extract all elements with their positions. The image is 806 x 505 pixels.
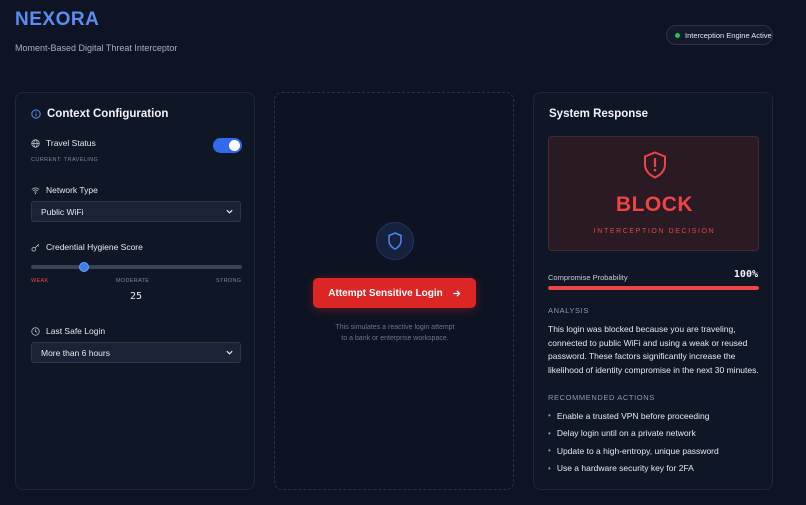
attempt-login-label: Attempt Sensitive Login xyxy=(328,287,443,299)
travel-status-sub: CURRENT: TRAVELING xyxy=(31,157,99,163)
toggle-knob xyxy=(229,140,240,151)
action-text: Enable a trusted VPN before proceeding xyxy=(556,410,710,421)
action-item: • Enable a trusted VPN before proceeding xyxy=(548,407,763,425)
last-safe-login-value: More than 6 hours xyxy=(41,347,110,358)
analysis-heading: ANALYSIS xyxy=(548,306,589,315)
hygiene-score-slider[interactable] xyxy=(31,262,242,272)
bullet-icon: • xyxy=(548,463,551,473)
system-response-panel: System Response BLOCK INTERCEPTION DECIS… xyxy=(533,92,773,490)
tagline: Moment-Based Digital Threat Interceptor xyxy=(15,43,178,53)
bullet-icon: • xyxy=(548,411,551,421)
action-item: • Update to a high-entropy, unique passwo… xyxy=(548,442,763,460)
context-panel-title: Context Configuration xyxy=(31,108,168,120)
app-root: NEXORA Moment-Based Digital Threat Inter… xyxy=(0,0,806,505)
hygiene-score-text: Credential Hygiene Score xyxy=(46,242,143,252)
shield-alert-icon xyxy=(644,151,666,179)
shield-icon xyxy=(388,232,402,250)
decision-text: BLOCK xyxy=(615,193,694,216)
travel-status-toggle[interactable] xyxy=(213,138,242,153)
travel-status-label: Travel Status xyxy=(31,138,96,148)
network-type-text: Network Type xyxy=(46,185,98,195)
attempt-login-button[interactable]: Attempt Sensitive Login xyxy=(313,278,476,308)
clock-icon xyxy=(31,326,40,336)
brand-logo: NEXORA xyxy=(15,9,100,30)
recommended-actions-heading: RECOMMENDED ACTIONS xyxy=(548,393,655,402)
globe-icon xyxy=(31,138,40,148)
chevron-down-icon xyxy=(226,209,233,214)
context-configuration-panel: Context Configuration Travel Status CURR… xyxy=(15,92,255,490)
recommended-actions-list: • Enable a trusted VPN before proceeding … xyxy=(548,407,763,477)
decision-card: BLOCK INTERCEPTION DECISION xyxy=(548,136,759,251)
context-title-text: Context Configuration xyxy=(47,108,169,120)
engine-status-badge: Interception Engine Active xyxy=(666,25,773,45)
scale-weak-label: WEAK xyxy=(31,278,49,284)
hygiene-score-value: 25 xyxy=(129,291,143,302)
action-text: Delay login until on a private network xyxy=(556,428,696,439)
wifi-icon xyxy=(31,187,40,194)
last-safe-login-select[interactable]: More than 6 hours xyxy=(31,342,241,363)
decision-subtitle: INTERCEPTION DECISION xyxy=(593,228,716,235)
shield-badge xyxy=(376,222,414,260)
network-type-label: Network Type xyxy=(31,185,98,195)
status-dot-icon xyxy=(675,32,680,38)
response-panel-title: System Response xyxy=(549,108,649,120)
info-icon xyxy=(31,109,41,119)
travel-status-text: Travel Status xyxy=(46,138,96,148)
action-text: Update to a high-entropy, unique passwor… xyxy=(556,445,719,456)
action-text: Use a hardware security key for 2FA xyxy=(556,463,694,474)
scale-strong-label: STRONG xyxy=(216,278,242,284)
action-item: • Use a hardware security key for 2FA xyxy=(548,460,763,478)
arrow-right-icon xyxy=(453,289,461,297)
last-safe-login-label: Last Safe Login xyxy=(31,326,105,336)
probability-bar-fill xyxy=(548,286,759,290)
simulation-hint: This simulates a reactive login attempt … xyxy=(335,324,455,342)
analysis-text: This login was blocked because you are t… xyxy=(548,324,759,375)
network-type-value: Public WiFi xyxy=(41,206,84,217)
engine-status-text: Interception Engine Active xyxy=(685,30,772,40)
probability-value: 100% xyxy=(733,269,758,280)
last-safe-login-text: Last Safe Login xyxy=(46,326,106,336)
network-type-select[interactable]: Public WiFi xyxy=(31,201,241,222)
scale-moderate-label: MODERATE xyxy=(116,278,150,284)
key-icon xyxy=(31,243,40,251)
bullet-icon: • xyxy=(548,428,551,438)
chevron-down-icon xyxy=(226,350,233,355)
probability-bar xyxy=(548,286,759,290)
login-simulation-panel: Attempt Sensitive Login This simulates a… xyxy=(274,92,514,490)
bullet-icon: • xyxy=(548,446,551,456)
slider-thumb[interactable] xyxy=(78,262,89,272)
probability-label: Compromise Probability xyxy=(548,273,628,282)
hygiene-score-label: Credential Hygiene Score xyxy=(31,242,143,252)
action-item: • Delay login until on a private network xyxy=(548,425,763,443)
